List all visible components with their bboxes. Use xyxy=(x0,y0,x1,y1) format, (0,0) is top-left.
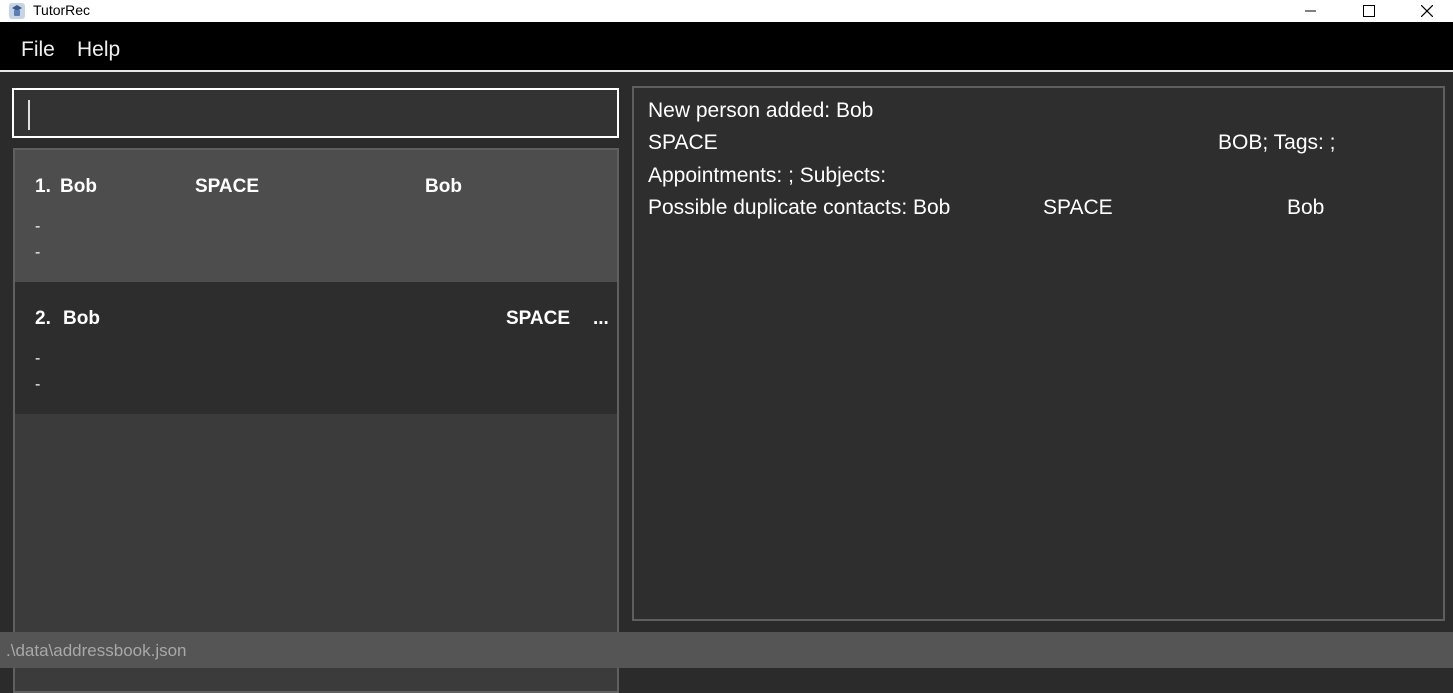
command-input[interactable] xyxy=(12,88,619,138)
person-detail: - xyxy=(35,218,41,235)
app-logo-icon xyxy=(8,2,26,20)
title-bar: TutorRec xyxy=(0,0,1453,22)
person-detail: - xyxy=(35,376,41,393)
person-index: 2. xyxy=(35,308,51,329)
person-name: Bob xyxy=(60,176,97,197)
close-icon xyxy=(1421,5,1433,17)
menu-file[interactable]: File xyxy=(21,38,55,62)
text-caret xyxy=(28,100,30,130)
maximize-icon xyxy=(1363,5,1375,17)
save-file-path: .\data\addressbook.json xyxy=(6,641,187,660)
person-field: Bob xyxy=(425,176,462,197)
result-line: Appointments: ; Subjects: xyxy=(648,164,887,187)
menu-help[interactable]: Help xyxy=(77,38,120,62)
person-field-overflow: ... xyxy=(593,308,609,329)
window-title: TutorRec xyxy=(33,2,91,18)
result-line: Bob xyxy=(1287,196,1325,219)
minimize-button[interactable] xyxy=(1288,0,1334,22)
result-line: SPACE xyxy=(648,131,718,154)
maximize-button[interactable] xyxy=(1346,0,1392,22)
result-display[interactable]: New person added: Bob SPACE BOB; Tags: ;… xyxy=(632,86,1445,621)
person-detail: - xyxy=(35,244,41,261)
result-line: New person added: Bob xyxy=(648,99,874,122)
result-line: Possible duplicate contacts: Bob xyxy=(648,196,951,219)
minimize-icon xyxy=(1305,10,1316,12)
person-index: 1. xyxy=(35,176,51,197)
person-detail: - xyxy=(35,350,41,367)
menu-bar: File Help xyxy=(0,22,1453,72)
close-button[interactable] xyxy=(1404,0,1450,22)
result-line: BOB; Tags: ; xyxy=(1218,131,1336,154)
result-line: SPACE xyxy=(1043,196,1113,219)
person-field: SPACE xyxy=(506,308,571,329)
main-content: 1. Bob SPACE Bob - - 2. Bob SPACE ... - … xyxy=(0,72,1453,693)
person-name: Bob xyxy=(63,308,100,329)
person-list-panel[interactable]: 1. Bob SPACE Bob - - 2. Bob SPACE ... - … xyxy=(13,148,619,693)
status-bar: .\data\addressbook.json xyxy=(0,632,1453,668)
person-field: SPACE xyxy=(195,176,260,197)
person-card-1[interactable]: 1. Bob SPACE Bob - - xyxy=(15,150,617,282)
person-card-2[interactable]: 2. Bob SPACE ... - - xyxy=(15,282,617,414)
